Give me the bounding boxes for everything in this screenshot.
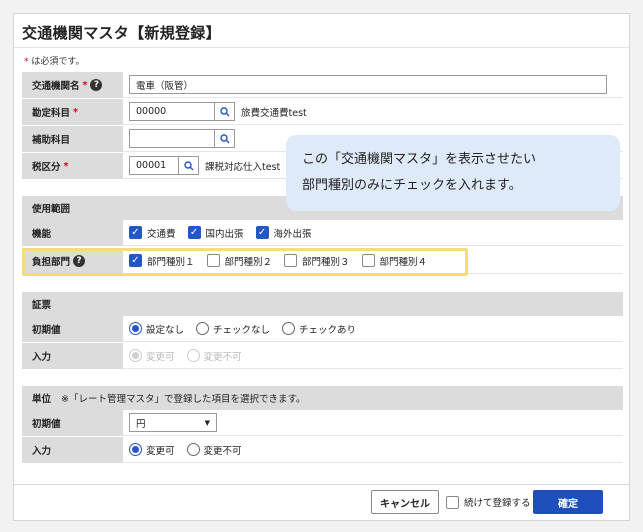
- label-department: 負担部門?: [22, 248, 123, 274]
- tax-category-input[interactable]: 00001: [129, 156, 179, 175]
- search-icon: [183, 160, 193, 170]
- page-title: 交通機関マスタ【新規登録】: [22, 24, 221, 42]
- label-account: 勘定科目 *: [22, 99, 123, 125]
- label-voucher-initial: 初期値: [22, 316, 123, 342]
- section-voucher: 証票: [22, 292, 623, 316]
- row-unit-input: 入力 変更可 変更不可: [22, 437, 623, 464]
- row-unit-initial: 初期値 円 ▼: [22, 410, 623, 437]
- checkbox-department-4[interactable]: 部門種別４: [361, 254, 427, 268]
- transport-name-input[interactable]: 電車（阪管）: [129, 75, 607, 94]
- radio-voucher-unchecked[interactable]: チェックなし: [196, 322, 270, 336]
- account-name: 旅費交通費test: [241, 107, 307, 119]
- checkbox-function-3[interactable]: ✓ 海外出張: [255, 226, 312, 240]
- account-search-button[interactable]: [215, 102, 235, 121]
- label-function: 機能: [22, 220, 123, 246]
- row-department: 負担部門? ✓ 部門種別１ 部門種別２ 部門種別３ 部門種別４: [22, 248, 623, 275]
- sub-account-input[interactable]: [129, 129, 215, 148]
- row-function: 機能 ✓ 交通費 ✓ 国内出張 ✓ 海外出張: [22, 220, 623, 247]
- callout-bubble: この「交通機関マスタ」を表示させたい 部門種別のみにチェックを入れます。: [286, 135, 620, 211]
- radio-unit-editable[interactable]: 変更可: [129, 443, 175, 457]
- checkbox-department-2[interactable]: 部門種別２: [206, 254, 272, 268]
- help-icon[interactable]: ?: [73, 255, 86, 267]
- checkbox-department-3[interactable]: 部門種別３: [284, 254, 350, 268]
- row-account: 勘定科目 * 00000 旅費交通費test: [22, 99, 623, 126]
- caret-down-icon: ▼: [204, 418, 210, 427]
- search-icon: [219, 106, 229, 116]
- unit-select[interactable]: 円 ▼: [129, 413, 217, 432]
- account-code-input[interactable]: 00000: [129, 102, 215, 121]
- tax-category-name: 課税対応仕入test: [205, 161, 281, 173]
- radio-voucher-locked: 変更不可: [186, 349, 242, 363]
- unit-note: ※「レート管理マスタ」で登録した項目を選択できます。: [61, 394, 306, 405]
- radio-voucher-checked[interactable]: チェックあり: [282, 322, 356, 336]
- label-voucher-input: 入力: [22, 343, 123, 369]
- radio-unit-locked[interactable]: 変更不可: [186, 443, 242, 457]
- checkbox-function-2[interactable]: ✓ 国内出張: [187, 226, 244, 240]
- cancel-button[interactable]: キャンセル: [371, 490, 439, 514]
- label-unit-input: 入力: [22, 437, 123, 463]
- row-voucher-initial: 初期値 設定なし チェックなし チェックあり: [22, 316, 623, 343]
- help-icon[interactable]: ?: [90, 79, 103, 91]
- confirm-button[interactable]: 確定: [533, 490, 603, 514]
- label-unit-initial: 初期値: [22, 410, 123, 436]
- row-voucher-input: 入力 変更可 変更不可: [22, 343, 623, 370]
- title-divider: [14, 47, 629, 48]
- footer-divider: [14, 484, 629, 485]
- label-transport-name: 交通機関名 *?: [22, 72, 123, 98]
- search-icon: [219, 133, 229, 143]
- required-note: * は必須です。: [24, 57, 85, 67]
- sub-account-search-button[interactable]: [215, 129, 235, 148]
- radio-voucher-none[interactable]: 設定なし: [129, 322, 184, 336]
- continue-register-checkbox[interactable]: 続けて登録する: [446, 495, 531, 509]
- section-unit: 単位 ※「レート管理マスタ」で登録した項目を選択できます。: [22, 386, 623, 410]
- checkbox-department-1[interactable]: ✓ 部門種別１: [129, 254, 195, 268]
- radio-voucher-editable: 変更可: [129, 349, 175, 363]
- label-sub-account: 補助科目: [22, 126, 123, 152]
- row-transport-name: 交通機関名 *? 電車（阪管）: [22, 72, 623, 99]
- form-panel: 交通機関マスタ【新規登録】 * は必須です。 交通機関名 *? 電車（阪管） 勘定…: [13, 13, 630, 521]
- tax-search-button[interactable]: [179, 156, 199, 175]
- checkbox-function-1[interactable]: ✓ 交通費: [129, 226, 176, 240]
- label-tax-category: 税区分 *: [22, 153, 123, 179]
